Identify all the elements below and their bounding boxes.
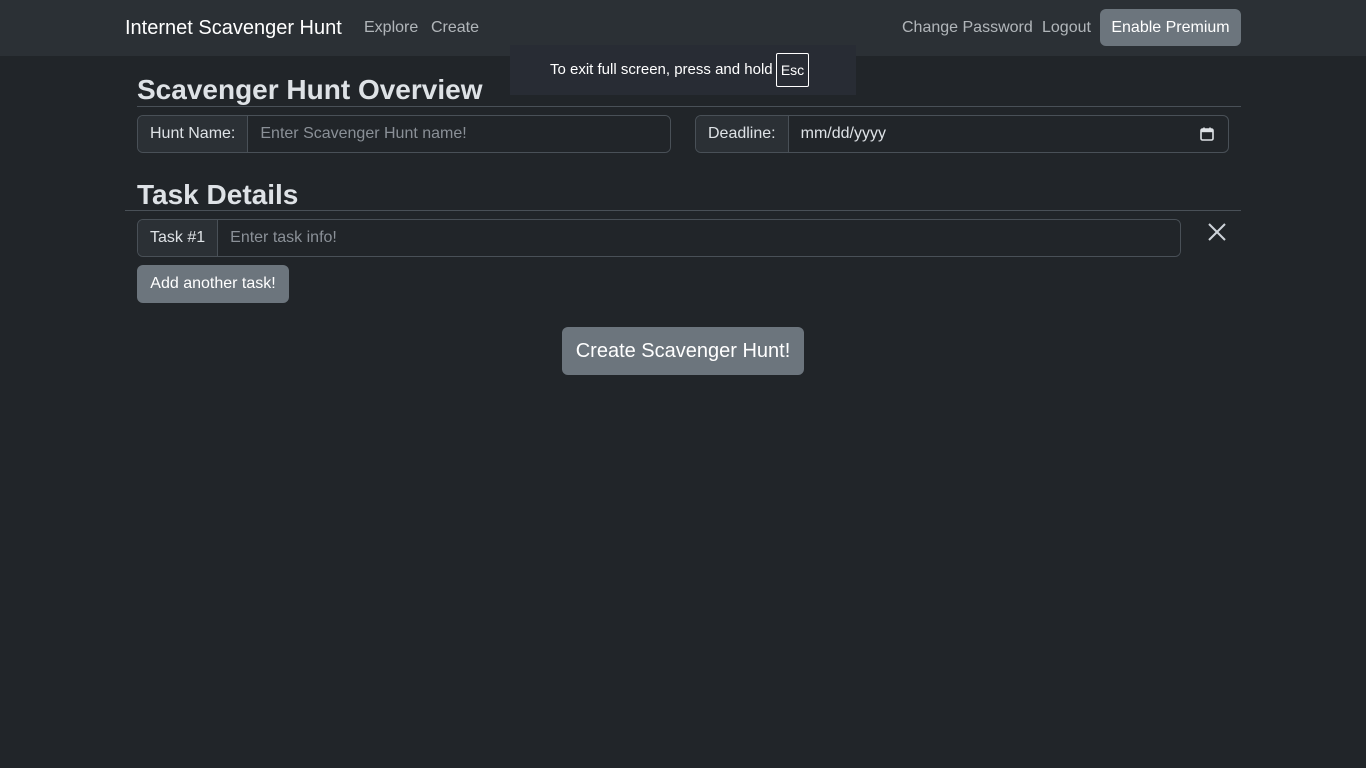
deadline-group: Deadline: mm/dd/yyyy [695, 115, 1229, 153]
hunt-name-input[interactable] [248, 116, 670, 152]
fullscreen-exit-message: To exit full screen, press and hold [550, 61, 773, 78]
task-row: Task #1 [137, 219, 1181, 257]
add-task-button[interactable]: Add another task! [137, 265, 289, 303]
overview-divider [137, 106, 1241, 107]
hunt-name-label: Hunt Name: [138, 116, 249, 152]
create-hunt-button[interactable]: Create Scavenger Hunt! [562, 327, 804, 375]
close-icon[interactable] [1206, 221, 1228, 243]
nav-create[interactable]: Create [431, 18, 479, 38]
nav-explore[interactable]: Explore [364, 18, 418, 38]
esc-key-badge: Esc [776, 53, 809, 87]
deadline-input[interactable]: mm/dd/yyyy [789, 116, 1228, 152]
task-label: Task #1 [138, 220, 219, 256]
task-divider [125, 210, 1241, 211]
nav-change-password[interactable]: Change Password [902, 18, 1033, 38]
fullscreen-exit-notice: To exit full screen, press and hold Esc [510, 45, 856, 95]
hunt-name-group: Hunt Name: [137, 115, 671, 153]
task-details-heading: Task Details [137, 179, 299, 210]
task-input[interactable] [218, 220, 1180, 256]
nav-logout[interactable]: Logout [1042, 18, 1091, 38]
deadline-label: Deadline: [696, 116, 789, 152]
overview-heading: Scavenger Hunt Overview [137, 74, 483, 105]
enable-premium-button[interactable]: Enable Premium [1100, 9, 1241, 46]
calendar-icon[interactable] [1200, 127, 1214, 141]
brand-link[interactable]: Internet Scavenger Hunt [125, 16, 342, 40]
